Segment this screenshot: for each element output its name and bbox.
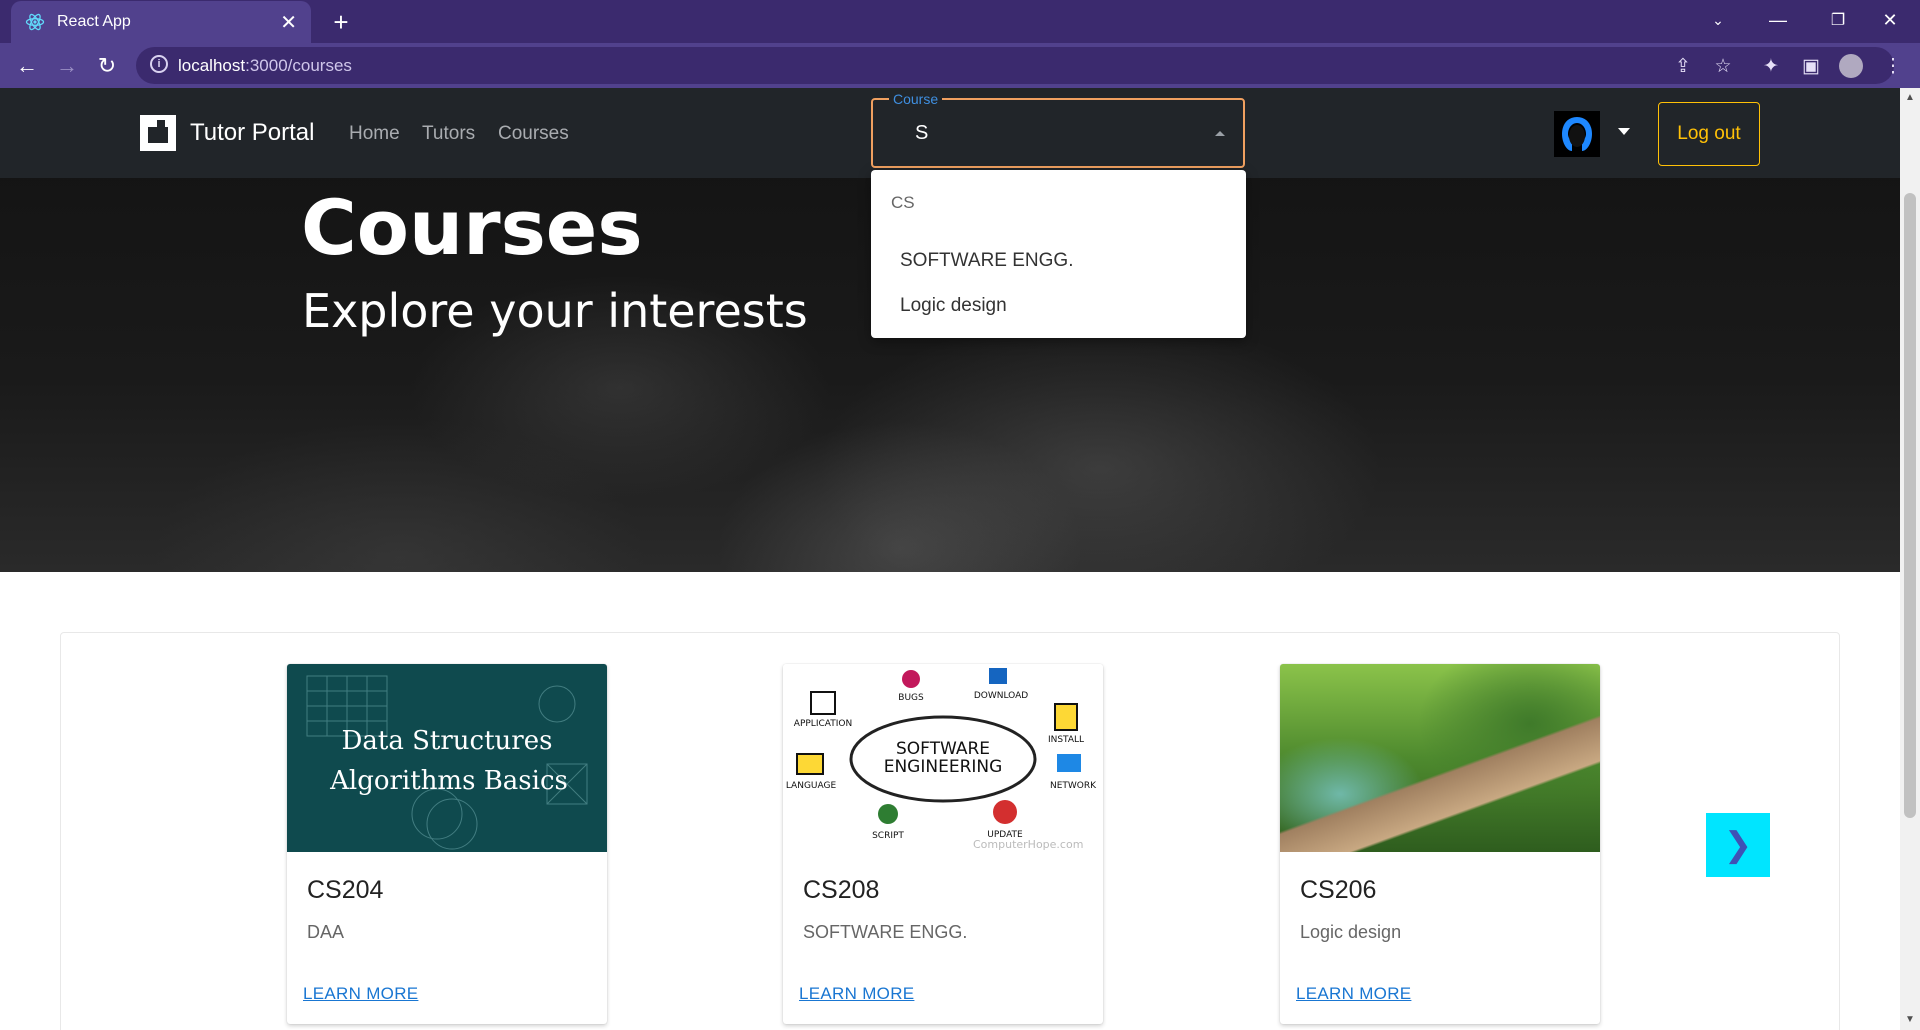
- hero-subtitle: Explore your interests: [302, 284, 808, 338]
- card-image-label: LANGUAGE: [786, 781, 837, 791]
- scroll-down-icon[interactable]: ▼: [1904, 1014, 1916, 1026]
- learn-more-link[interactable]: LEARN MORE: [799, 984, 914, 1004]
- course-card-image: SOFTWARE ENGINEERING BUGS DOWNLOAD APPLI…: [783, 664, 1103, 852]
- card-image-caption: Data Structures: [342, 726, 553, 756]
- scroll-up-icon[interactable]: ▲: [1904, 92, 1916, 104]
- card-image-caption: SOFTWARE: [896, 739, 990, 759]
- page-scrollbar[interactable]: ▲ ▼: [1900, 88, 1920, 1030]
- address-bar[interactable]: i localhost:3000/courses: [136, 47, 1894, 84]
- card-image-label: SCRIPT: [872, 831, 904, 841]
- new-tab-icon[interactable]: +: [325, 6, 357, 38]
- brand[interactable]: Tutor Portal: [140, 115, 315, 151]
- app-navbar: Tutor Portal Home Tutors Courses Course …: [0, 88, 1900, 178]
- course-code: CS204: [307, 876, 384, 904]
- course-suggestions-list: CS SOFTWARE ENGG. Logic design: [871, 170, 1246, 338]
- course-name: Logic design: [1300, 922, 1402, 942]
- profile-avatar-icon[interactable]: [1836, 51, 1866, 81]
- course-code: CS208: [803, 876, 880, 904]
- course-name: DAA: [307, 922, 345, 942]
- card-image-caption: ENGINEERING: [884, 757, 1003, 777]
- minimize-icon[interactable]: —: [1748, 0, 1808, 40]
- bookmark-star-icon[interactable]: ☆: [1708, 51, 1738, 81]
- reload-icon[interactable]: ↻: [90, 49, 124, 83]
- card-image-label: DOWNLOAD: [974, 691, 1028, 701]
- course-name: SOFTWARE ENGG.: [803, 922, 968, 942]
- card-image-label: INSTALL: [1048, 735, 1084, 745]
- headset-avatar-icon: [1562, 117, 1592, 151]
- course-code: CS206: [1300, 876, 1377, 904]
- site-info-icon[interactable]: i: [150, 55, 168, 73]
- suggestion-option[interactable]: Logic design: [900, 295, 1007, 317]
- chevron-right-icon: ❯: [1723, 826, 1753, 864]
- close-window-icon[interactable]: ✕: [1860, 0, 1920, 40]
- url-path: :3000/courses: [245, 56, 352, 75]
- tab-title: React App: [57, 13, 131, 30]
- url-text: localhost:3000/courses: [178, 56, 352, 76]
- user-avatar[interactable]: [1554, 111, 1600, 157]
- forward-icon[interactable]: →: [50, 49, 84, 83]
- restore-icon[interactable]: ❐: [1808, 0, 1868, 40]
- suggestion-option[interactable]: SOFTWARE ENGG.: [900, 250, 1073, 272]
- share-icon[interactable]: ⇪: [1668, 51, 1698, 81]
- course-search-value: S: [915, 122, 929, 144]
- course-search-input[interactable]: Course S: [871, 91, 1245, 168]
- caret-up-icon[interactable]: [1215, 131, 1225, 136]
- browser-tabbar: React App ✕ + ⌄ — ❐ ✕: [0, 0, 1920, 43]
- card-image-caption: Algorithms Basics: [329, 766, 568, 796]
- close-tab-icon[interactable]: ✕: [280, 10, 297, 35]
- course-card-image: [1280, 664, 1600, 852]
- nav-link-home[interactable]: Home: [349, 123, 400, 145]
- card-image-label: NETWORK: [1050, 781, 1097, 791]
- course-card: CS206 Logic design LEARN MORE: [1280, 664, 1600, 1024]
- logout-button[interactable]: Log out: [1658, 102, 1760, 166]
- extensions-icon[interactable]: ✦: [1756, 51, 1786, 81]
- browser-toolbar: ← → ↻ i localhost:3000/courses ⇪ ☆ ✦ ▣ ⋮: [0, 43, 1920, 88]
- course-card: SOFTWARE ENGINEERING BUGS DOWNLOAD APPLI…: [783, 664, 1103, 1024]
- carousel-next-button[interactable]: ❯: [1706, 813, 1770, 877]
- course-search-label: Course: [889, 91, 943, 107]
- brand-name: Tutor Portal: [190, 119, 315, 146]
- hero-title: Courses: [301, 183, 643, 272]
- nav-link-tutors[interactable]: Tutors: [422, 123, 475, 145]
- url-host: localhost: [178, 56, 246, 75]
- tab-search-icon[interactable]: ⌄: [1688, 0, 1748, 40]
- course-card-image: Data Structures Algorithms Basics: [287, 664, 607, 852]
- suggestion-group-header: CS: [891, 193, 915, 212]
- back-icon[interactable]: ←: [10, 49, 44, 83]
- react-icon: [25, 12, 45, 32]
- card-image-label: APPLICATION: [794, 719, 852, 729]
- browser-tab[interactable]: React App ✕: [11, 1, 311, 43]
- browser-menu-icon[interactable]: ⋮: [1878, 51, 1908, 81]
- side-panel-icon[interactable]: ▣: [1796, 51, 1826, 81]
- learn-more-link[interactable]: LEARN MORE: [303, 984, 418, 1004]
- user-menu-caret-icon[interactable]: [1618, 128, 1630, 135]
- card-image-label: BUGS: [898, 693, 924, 703]
- learn-more-link[interactable]: LEARN MORE: [1296, 984, 1411, 1004]
- nav-link-courses[interactable]: Courses: [498, 123, 569, 145]
- course-card: Data Structures Algorithms Basics CS204 …: [287, 664, 607, 1024]
- scrollbar-thumb[interactable]: [1904, 193, 1916, 818]
- card-image-credit: ComputerHope.com: [973, 838, 1083, 851]
- portal-logo-icon: [140, 115, 176, 151]
